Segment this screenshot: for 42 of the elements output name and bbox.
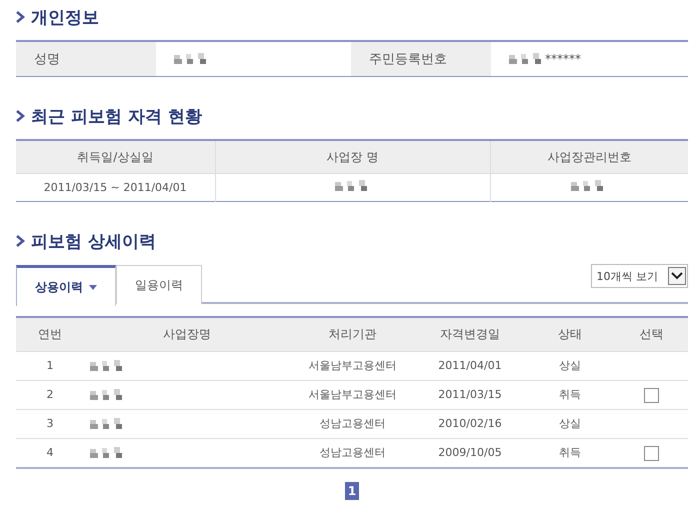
- page-size-dropdown[interactable]: 10개씩 보기: [590, 264, 688, 288]
- section-title: 개인정보: [31, 6, 99, 28]
- row-number: 4: [46, 446, 54, 460]
- row-number: 3: [46, 417, 54, 430]
- status-text: 상실: [559, 417, 581, 430]
- column-header: 상태: [525, 317, 615, 352]
- office-name: 성남고용센터: [320, 417, 386, 430]
- column-header: 취득일/상실일: [16, 140, 215, 174]
- office-name: 서울남부고용센터: [308, 388, 396, 402]
- tab[interactable]: 일용이력: [116, 265, 202, 304]
- status-text: 취득: [559, 446, 581, 460]
- office-name: 서울남부고용센터: [308, 359, 396, 372]
- cell-text: 2011/03/15 ~ 2011/04/01: [44, 180, 187, 194]
- change-date: 2010/02/16: [438, 417, 502, 430]
- column-header: 사업장 명: [215, 140, 490, 174]
- status-text: 상실: [559, 359, 581, 372]
- column-header: 처리기관: [290, 317, 415, 352]
- change-date: 2011/03/15: [438, 388, 502, 402]
- checkbox[interactable]: [644, 388, 659, 402]
- tab[interactable]: 상용이력: [16, 265, 116, 306]
- field-label: 성명: [16, 42, 156, 76]
- chevron-icon: [16, 110, 25, 122]
- column-header: 사업장명: [84, 317, 290, 352]
- row-number: 1: [46, 359, 54, 372]
- section-title: 최근 피보험 자격 현황: [31, 106, 202, 128]
- column-header: 연번: [16, 317, 84, 352]
- change-date: 2011/04/01: [438, 359, 502, 372]
- office-name: 성남고용센터: [320, 446, 386, 460]
- change-date: 2009/10/05: [438, 446, 502, 460]
- chevron-icon: [16, 235, 25, 247]
- row-number: 2: [46, 388, 54, 402]
- field-label: 주민등록번호: [351, 42, 491, 76]
- checkbox[interactable]: [644, 446, 659, 460]
- page-button[interactable]: 1: [345, 482, 359, 500]
- section-title: 피보험 상세이력: [31, 230, 156, 252]
- column-header: 선택: [615, 317, 688, 352]
- chevron-icon: [16, 11, 25, 23]
- column-header: 사업장관리번호: [490, 140, 688, 174]
- status-text: 취득: [559, 388, 581, 402]
- column-header: 자격변경일: [415, 317, 525, 352]
- cell-text: ******: [545, 52, 581, 66]
- caret-icon: [89, 284, 97, 290]
